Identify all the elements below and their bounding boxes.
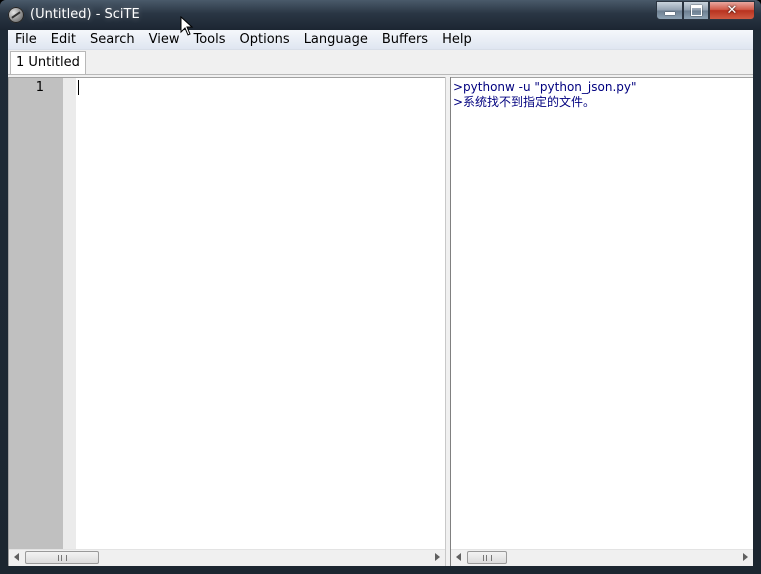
grip-icon (482, 554, 492, 561)
maximize-button[interactable] (683, 1, 709, 20)
menu-options[interactable]: Options (233, 30, 297, 49)
output-line: >系统找不到指定的文件。 (453, 95, 596, 109)
minimize-icon (664, 12, 675, 15)
tab-untitled[interactable]: 1 Untitled (10, 51, 86, 74)
output-horizontal-scrollbar[interactable] (451, 549, 753, 566)
mouse-pointer-icon (180, 16, 194, 36)
menu-file[interactable]: File (8, 30, 44, 49)
menu-help[interactable]: Help (435, 30, 479, 49)
text-caret (78, 80, 79, 95)
client-area: File Edit Search View Tools Options Lang… (8, 30, 753, 566)
menu-search[interactable]: Search (83, 30, 142, 49)
scite-window: (Untitled) - SciTE ✕ File Edit Search Vi… (0, 0, 761, 574)
fold-margin[interactable] (63, 78, 76, 549)
close-icon: ✕ (726, 3, 738, 18)
window-controls: ✕ (656, 1, 755, 20)
line-number-gutter: 1 (9, 78, 63, 549)
scroll-right-arrow-icon[interactable] (435, 553, 440, 561)
output-scroll-thumb[interactable] (467, 551, 507, 564)
scroll-left-arrow-icon[interactable] (456, 553, 461, 561)
output-pane[interactable]: >pythonw -u "python_json.py" >系统找不到指定的文件… (451, 77, 753, 566)
scite-app-icon[interactable] (8, 7, 24, 23)
menu-buffers[interactable]: Buffers (375, 30, 435, 49)
scroll-left-arrow-icon[interactable] (14, 553, 19, 561)
line-number: 1 (35, 80, 44, 95)
grip-icon (57, 554, 67, 561)
maximize-icon (690, 5, 702, 16)
minimize-button[interactable] (656, 1, 683, 20)
menu-edit[interactable]: Edit (44, 30, 83, 49)
editor-pane[interactable]: 1 (8, 77, 445, 566)
title-bar[interactable]: (Untitled) - SciTE ✕ (0, 0, 761, 30)
editor-scroll-thumb[interactable] (25, 551, 99, 564)
output-line: >pythonw -u "python_json.py" (453, 80, 637, 94)
editor-horizontal-scrollbar[interactable] (9, 549, 445, 566)
scroll-right-arrow-icon[interactable] (743, 553, 748, 561)
window-title: (Untitled) - SciTE (30, 7, 140, 22)
tab-bar: 1 Untitled (8, 50, 753, 75)
menu-bar: File Edit Search View Tools Options Lang… (8, 30, 753, 50)
menu-language[interactable]: Language (297, 30, 375, 49)
close-button[interactable]: ✕ (709, 1, 755, 20)
